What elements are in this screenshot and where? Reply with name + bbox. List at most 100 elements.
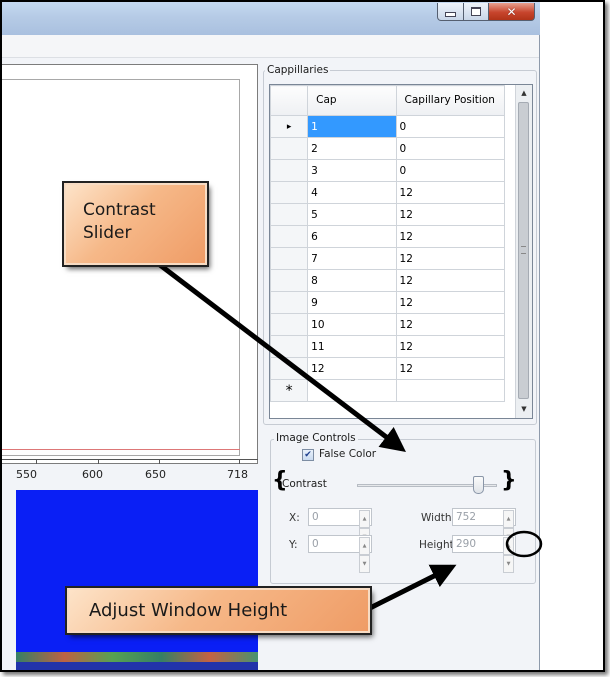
table-row[interactable]: 5 12 [270, 203, 506, 226]
scroll-up-icon[interactable]: ▲ [516, 85, 532, 101]
scroll-down-icon[interactable]: ▼ [516, 401, 532, 417]
width-value: 752 [456, 511, 477, 523]
minimize-icon [445, 12, 456, 17]
table-row[interactable]: 20 [270, 137, 506, 160]
width-label: Width: [421, 512, 456, 524]
x-label: X: [289, 512, 300, 524]
capillaries-grid[interactable]: Cap Capillary Position ▸ 1 0 2 0 3 0 4 12 5 12 6 12 7… [269, 84, 533, 419]
table-row[interactable]: 6 12 [270, 225, 506, 248]
row-header-cell[interactable] [270, 203, 309, 226]
row-header-cell[interactable] [270, 269, 309, 292]
cap-cell[interactable]: 9 [307, 291, 397, 314]
capillary-position-cell[interactable]: 12 [395, 225, 506, 248]
new-row[interactable]: * [270, 379, 506, 402]
row-header-cell[interactable] [270, 247, 309, 270]
cap-cell[interactable]: 12 [307, 357, 397, 380]
cap-cell[interactable]: 10 [307, 313, 397, 336]
table-row[interactable]: 7 12 [270, 247, 506, 270]
height-callout-text: Adjust Window Height [89, 600, 288, 621]
cap-cell[interactable]: 5 [307, 203, 397, 226]
contrast-callout-text: Contrast Slider [83, 200, 156, 243]
grip-icon [521, 246, 526, 254]
height-down-icon[interactable]: ▼ [503, 555, 514, 573]
false-color-checkbox[interactable]: ✔ [302, 449, 314, 461]
new-row-marker: * [270, 379, 309, 402]
capillary-position-cell[interactable]: 12 [395, 269, 506, 292]
capillary-position-cell[interactable]: 12 [395, 335, 506, 358]
table-row[interactable]: 10 12 [270, 313, 506, 336]
table-row[interactable]: 8 12 [270, 269, 506, 292]
maximize-button[interactable] [464, 3, 489, 21]
width-up-icon[interactable]: ▲ [503, 510, 514, 528]
new-row-position-cell[interactable] [395, 379, 506, 402]
cap-cell[interactable]: 11 [307, 335, 397, 358]
x-axis-tick [159, 459, 160, 464]
capillary-position-cell[interactable]: 12 [395, 313, 506, 336]
table-row[interactable]: 11 12 [270, 335, 506, 358]
row-header-cell[interactable] [270, 291, 309, 314]
height-up-icon[interactable]: ▲ [503, 537, 514, 555]
row-header-cell[interactable] [270, 335, 309, 358]
contrast-slider-thumb[interactable] [473, 476, 485, 494]
row-header-cell[interactable] [270, 181, 309, 204]
capillary-position-cell[interactable]: 12 [395, 203, 506, 226]
column-header-cap[interactable]: Cap [307, 85, 397, 116]
image-signal-band [16, 652, 258, 662]
table-row[interactable]: ▸ 1 0 [270, 115, 506, 138]
table-row[interactable]: 30 [270, 159, 506, 182]
row-header-cell[interactable] [270, 225, 309, 248]
minimize-button[interactable] [437, 3, 464, 21]
x-spinbox[interactable]: 0 ▲▼ [308, 508, 372, 546]
capillary-position-cell[interactable]: 0 [395, 159, 506, 182]
cap-cell[interactable]: 1 [307, 115, 397, 138]
row-header-cell[interactable] [270, 357, 309, 380]
capillary-position-cell[interactable]: 0 [395, 137, 506, 160]
row-header-cell[interactable] [270, 159, 309, 182]
x-axis-labels: 550 600 650 718 [2, 468, 258, 482]
capillary-position-cell[interactable]: 12 [395, 181, 506, 204]
capillary-position-cell[interactable]: 12 [395, 291, 506, 314]
scrollbar-thumb[interactable] [518, 102, 529, 399]
capillary-position-cell[interactable]: 12 [395, 357, 506, 380]
y-label: Y: [289, 539, 298, 551]
table-row[interactable]: 9 12 [270, 291, 506, 314]
maximize-icon [471, 7, 481, 16]
x-axis-line [2, 459, 258, 460]
close-button[interactable]: ✕ [489, 3, 535, 21]
window-titlebar: ✕ [2, 2, 540, 35]
cap-cell[interactable]: 6 [307, 225, 397, 248]
plot-inner-frame [2, 79, 240, 456]
cap-cell[interactable]: 2 [307, 137, 397, 160]
cap-cell[interactable]: 8 [307, 269, 397, 292]
screenshot-frame: ✕ 550 600 650 718 Cappillaries Cap Capil… [0, 0, 605, 672]
height-value: 290 [456, 538, 477, 550]
capillaries-table: Cap Capillary Position ▸ 1 0 2 0 3 0 4 12 5 12 6 12 7… [270, 85, 506, 402]
y-value: 0 [312, 538, 319, 550]
row-header-cell[interactable] [270, 137, 309, 160]
capillary-position-cell[interactable]: 0 [395, 115, 506, 138]
cap-cell[interactable]: 3 [307, 159, 397, 182]
grid-vertical-scrollbar[interactable]: ▲ ▼ [515, 85, 532, 418]
table-row[interactable]: 12 12 [270, 357, 506, 380]
width-spinbox[interactable]: 752 ▲▼ [452, 508, 516, 546]
close-icon: ✕ [506, 4, 517, 19]
table-row[interactable]: 4 12 [270, 181, 506, 204]
column-header-capillary-position[interactable]: Capillary Position [395, 85, 506, 116]
new-row-cap-cell[interactable] [307, 379, 397, 402]
row-header-cell[interactable] [270, 313, 309, 336]
grid-corner-cell [270, 85, 309, 116]
x-tick-label: 650 [145, 468, 166, 481]
y-up-icon[interactable]: ▲ [359, 537, 370, 555]
x-value: 0 [312, 511, 319, 523]
y-down-icon[interactable]: ▼ [359, 555, 370, 573]
y-spinbox[interactable]: 0 ▲ ▼ [308, 535, 372, 573]
height-spinbox[interactable]: 290 ▲ ▼ [452, 535, 516, 573]
grid-header-row: Cap Capillary Position [270, 85, 506, 116]
cap-cell[interactable]: 4 [307, 181, 397, 204]
row-header-cell[interactable]: ▸ [270, 115, 309, 138]
capillary-position-cell[interactable]: 12 [395, 247, 506, 270]
contrast-label: Contrast [282, 478, 327, 490]
x-axis-tick [98, 459, 99, 464]
x-up-icon[interactable]: ▲ [359, 510, 370, 528]
cap-cell[interactable]: 7 [307, 247, 397, 270]
